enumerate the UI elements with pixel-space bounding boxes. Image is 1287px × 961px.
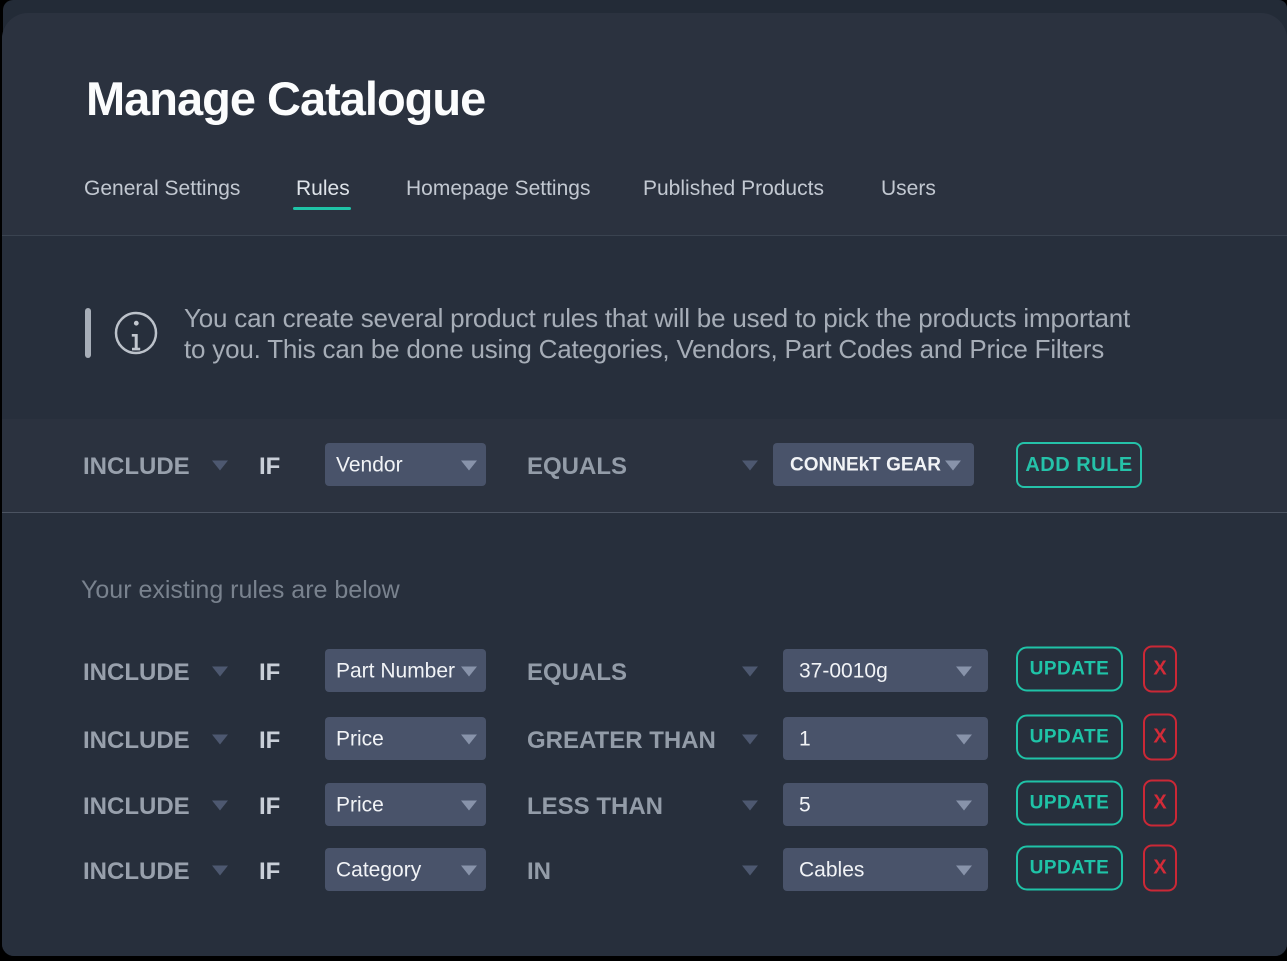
include-dropdown-label[interactable]: INCLUDE (83, 661, 190, 685)
info-text: You can create several product rules tha… (184, 303, 1130, 365)
value-select[interactable]: 1 (783, 717, 988, 760)
value-select[interactable]: 5 (783, 783, 988, 826)
operator-caret-icon[interactable] (742, 800, 758, 810)
include-caret-icon[interactable] (212, 734, 228, 744)
field-select-caret-icon (461, 800, 477, 810)
operator-dropdown-label[interactable]: EQUALS (527, 661, 627, 685)
field-select[interactable]: Part Number (325, 649, 486, 692)
info-icon (114, 311, 158, 355)
rule-builder-row: INCLUDE IF Vendor EQUALS CONNEkT GEAR AD… (0, 443, 1287, 486)
delete-rule-button[interactable]: X (1143, 713, 1177, 760)
delete-rule-button[interactable]: X (1143, 779, 1177, 826)
tab-general-settings[interactable]: General Settings (84, 178, 240, 199)
value-select-value: 1 (799, 728, 811, 749)
include-caret-icon[interactable] (212, 666, 228, 676)
info-text-line2: to you. This can be done using Categorie… (184, 334, 1130, 365)
field-select-value: Category (336, 859, 421, 880)
operator-caret-icon[interactable] (742, 666, 758, 676)
value-select-caret-icon (956, 666, 972, 676)
field-select-value: Price (336, 728, 384, 749)
operator-caret-icon[interactable] (742, 734, 758, 744)
page-title: Manage Catalogue (86, 75, 485, 122)
update-rule-button[interactable]: UPDATE (1016, 780, 1123, 825)
update-rule-button[interactable]: UPDATE (1016, 714, 1123, 759)
include-dropdown-label[interactable]: INCLUDE (83, 795, 190, 819)
value-select-caret-icon (956, 800, 972, 810)
info-accent-bar (85, 308, 91, 358)
value-select-value: 37-0010g (799, 660, 888, 681)
field-select[interactable]: Price (325, 783, 486, 826)
delete-rule-button[interactable]: X (1143, 844, 1177, 891)
field-select[interactable]: Category (325, 848, 486, 891)
if-label: IF (259, 795, 280, 819)
add-rule-button[interactable]: ADD RULE (1016, 442, 1142, 488)
delete-rule-button[interactable]: X (1143, 645, 1177, 692)
tab-homepage-settings[interactable]: Homepage Settings (406, 178, 590, 199)
include-dropdown-label[interactable]: INCLUDE (83, 729, 190, 753)
value-select[interactable]: CONNEkT GEAR (773, 443, 974, 486)
value-select-caret-icon (945, 460, 961, 470)
include-dropdown-label[interactable]: INCLUDE (83, 455, 190, 479)
value-select-caret-icon (956, 865, 972, 875)
if-label: IF (259, 455, 280, 479)
field-select[interactable]: Vendor (325, 443, 486, 486)
include-dropdown-label[interactable]: INCLUDE (83, 860, 190, 884)
value-select-value: 5 (799, 794, 811, 815)
value-select-value: CONNEkT GEAR (790, 455, 941, 474)
tab-users[interactable]: Users (881, 178, 936, 199)
field-select-caret-icon (461, 460, 477, 470)
operator-dropdown-label[interactable]: GREATER THAN (527, 729, 716, 753)
field-select-caret-icon (461, 666, 477, 676)
stage: Manage Catalogue General Settings Rules … (0, 0, 1287, 961)
field-select[interactable]: Price (325, 717, 486, 760)
if-label: IF (259, 860, 280, 884)
field-select-caret-icon (461, 734, 477, 744)
rule-row-4: INCLUDE IF Category IN Cables UPDATE X (0, 848, 1287, 891)
value-select[interactable]: 37-0010g (783, 649, 988, 692)
include-caret-icon[interactable] (212, 800, 228, 810)
tab-rules[interactable]: Rules (296, 178, 350, 199)
rule-row-1: INCLUDE IF Part Number EQUALS 37-0010g U… (0, 649, 1287, 692)
operator-dropdown-label[interactable]: IN (527, 860, 551, 884)
update-rule-button[interactable]: UPDATE (1016, 845, 1123, 890)
field-select-value: Part Number (336, 660, 455, 681)
operator-caret-icon[interactable] (742, 460, 758, 470)
active-tab-underline (293, 207, 351, 210)
field-select-caret-icon (461, 865, 477, 875)
if-label: IF (259, 729, 280, 753)
rule-row-2: INCLUDE IF Price GREATER THAN 1 UPDATE X (0, 717, 1287, 760)
field-select-value: Price (336, 794, 384, 815)
rule-row-3: INCLUDE IF Price LESS THAN 5 UPDATE X (0, 783, 1287, 826)
existing-rules-heading: Your existing rules are below (81, 578, 400, 603)
operator-dropdown-label[interactable]: EQUALS (527, 455, 627, 479)
operator-caret-icon[interactable] (742, 865, 758, 875)
value-select-value: Cables (799, 859, 864, 880)
field-select-value: Vendor (336, 454, 403, 475)
value-select[interactable]: Cables (783, 848, 988, 891)
value-select-caret-icon (956, 734, 972, 744)
tab-published-products[interactable]: Published Products (643, 178, 824, 199)
include-caret-icon[interactable] (212, 460, 228, 470)
if-label: IF (259, 661, 280, 685)
operator-dropdown-label[interactable]: LESS THAN (527, 795, 663, 819)
update-rule-button[interactable]: UPDATE (1016, 646, 1123, 691)
include-caret-icon[interactable] (212, 865, 228, 875)
info-text-line1: You can create several product rules tha… (184, 303, 1130, 334)
